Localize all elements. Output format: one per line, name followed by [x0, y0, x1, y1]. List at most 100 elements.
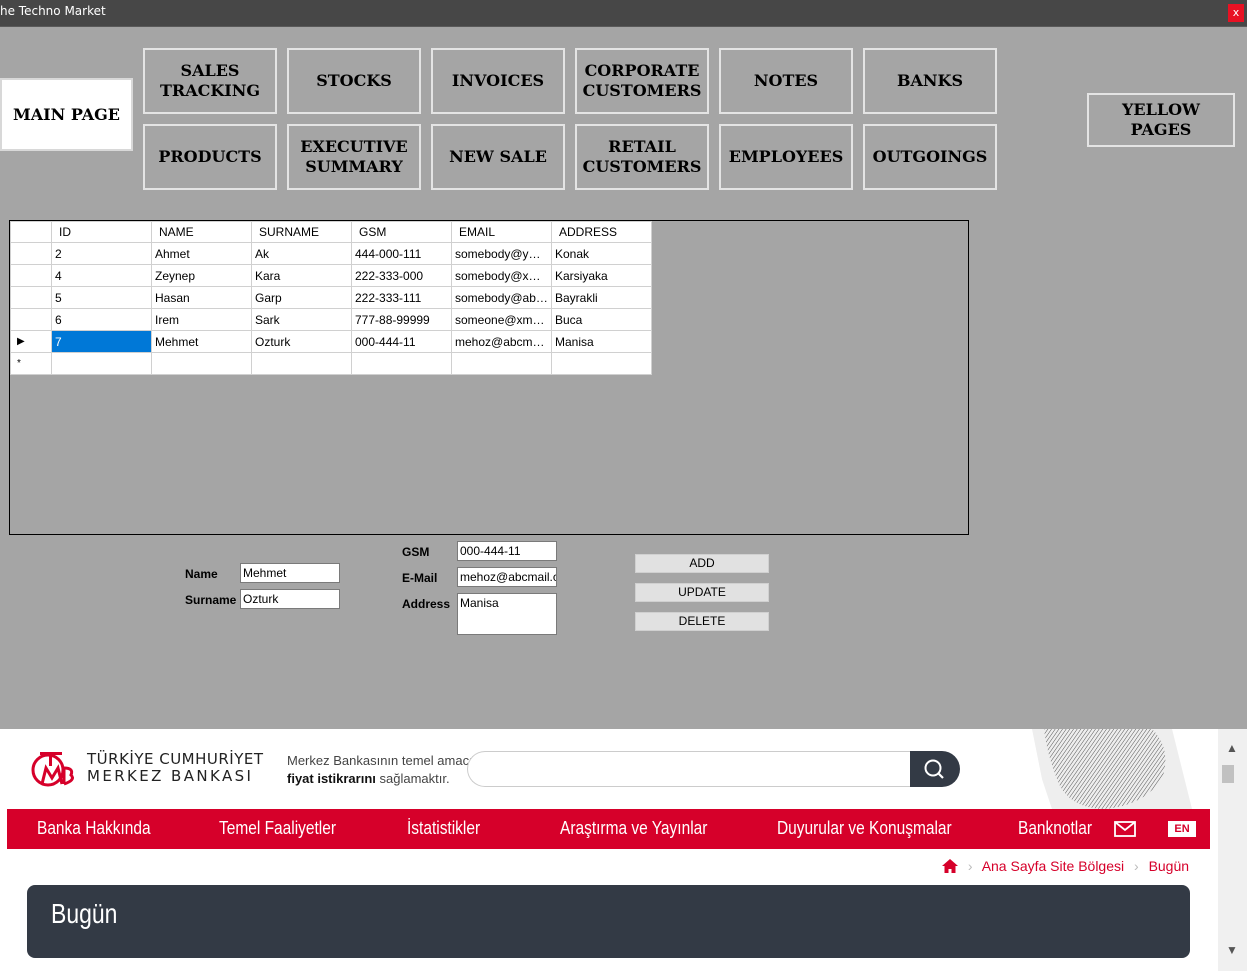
- cell-address[interactable]: Bayrakli: [551, 286, 652, 309]
- table-row[interactable]: 4 Zeynep Kara 222-333-000 somebody@xmail…: [10, 264, 652, 287]
- cell-surname[interactable]: Kara: [251, 264, 352, 287]
- customers-grid[interactable]: ID NAME SURNAME GSM EMAIL ADDRESS 2 Ahme…: [9, 220, 969, 535]
- new-sale-button[interactable]: NEW SALE: [431, 124, 565, 190]
- breadcrumb-current[interactable]: Bugün: [1149, 858, 1189, 874]
- web-scrollbar[interactable]: ▲ ▼: [1218, 729, 1247, 971]
- cell-empty[interactable]: [151, 352, 252, 375]
- column-header-surname[interactable]: SURNAME: [251, 221, 352, 243]
- email-field[interactable]: mehoz@abcmail.cor: [457, 567, 557, 587]
- sales-tracking-button[interactable]: SALES TRACKING: [143, 48, 277, 114]
- current-row-indicator[interactable]: ▶: [10, 330, 52, 353]
- mail-icon[interactable]: [1114, 821, 1136, 837]
- column-header-gsm[interactable]: GSM: [351, 221, 452, 243]
- surname-field[interactable]: Ozturk: [240, 589, 340, 609]
- main-page-button[interactable]: MAIN PAGE: [0, 78, 133, 151]
- column-header-id[interactable]: ID: [51, 221, 152, 243]
- close-button[interactable]: x: [1228, 4, 1244, 22]
- cell-gsm[interactable]: 777-88-99999: [351, 308, 452, 331]
- cell-gsm[interactable]: 000-444-11: [351, 330, 452, 353]
- cell-id[interactable]: 5: [51, 286, 152, 309]
- cell-surname[interactable]: Garp: [251, 286, 352, 309]
- cell-id[interactable]: 4: [51, 264, 152, 287]
- cell-id[interactable]: 7: [51, 330, 152, 353]
- cell-empty[interactable]: [51, 352, 152, 375]
- cell-gsm[interactable]: 222-333-000: [351, 264, 452, 287]
- cell-id[interactable]: 2: [51, 242, 152, 265]
- notes-button[interactable]: NOTES: [719, 48, 853, 114]
- menu-banka-hakkinda[interactable]: Banka Hakkında: [37, 818, 151, 839]
- cell-address[interactable]: Manisa: [551, 330, 652, 353]
- cell-name[interactable]: Hasan: [151, 286, 252, 309]
- new-row[interactable]: *: [10, 352, 652, 375]
- breadcrumb-link[interactable]: Ana Sayfa Site Bölgesi: [982, 858, 1124, 874]
- table-row[interactable]: 5 Hasan Garp 222-333-111 somebody@abc...…: [10, 286, 652, 309]
- add-button[interactable]: ADD: [635, 554, 769, 573]
- bank-name: TÜRKİYE CUMHURİYET MERKEZ BANKASI: [87, 751, 264, 785]
- outgoings-button[interactable]: OUTGOINGS: [863, 124, 997, 190]
- yellow-pages-button[interactable]: YELLOW PAGES: [1087, 93, 1235, 147]
- column-header-name[interactable]: NAME: [151, 221, 252, 243]
- column-header-address[interactable]: ADDRESS: [551, 221, 652, 243]
- address-label: Address: [402, 597, 451, 611]
- banks-button[interactable]: BANKS: [863, 48, 997, 114]
- address-textarea[interactable]: Manisa: [457, 593, 557, 635]
- stocks-button[interactable]: STOCKS: [287, 48, 421, 114]
- employees-button[interactable]: EMPLOYEES: [719, 124, 853, 190]
- table-row-selected[interactable]: ▶ 7 Mehmet Ozturk 000-444-11 mehoz@abcma…: [10, 330, 652, 353]
- menu-banknotlar[interactable]: Banknotlar: [1018, 818, 1092, 839]
- tcmb-logo-icon[interactable]: [28, 746, 76, 790]
- row-header[interactable]: [10, 308, 52, 331]
- column-header-email[interactable]: EMAIL: [451, 221, 552, 243]
- cell-empty[interactable]: [451, 352, 552, 375]
- cell-address[interactable]: Buca: [551, 308, 652, 331]
- name-field[interactable]: Mehmet: [240, 563, 340, 583]
- cell-name[interactable]: Zeynep: [151, 264, 252, 287]
- cell-surname[interactable]: Ak: [251, 242, 352, 265]
- cell-name[interactable]: Irem: [151, 308, 252, 331]
- table-row[interactable]: 6 Irem Sark 777-88-99999 someone@xmail..…: [10, 308, 652, 331]
- invoices-button[interactable]: INVOICES: [431, 48, 565, 114]
- cell-email[interactable]: somebody@xmail....: [451, 264, 552, 287]
- scroll-down-icon[interactable]: ▼: [1226, 943, 1238, 957]
- cell-empty[interactable]: [551, 352, 652, 375]
- cell-empty[interactable]: [351, 352, 452, 375]
- language-en-button[interactable]: EN: [1168, 821, 1196, 837]
- update-button[interactable]: UPDATE: [635, 583, 769, 602]
- cell-email[interactable]: somebody@abc....: [451, 286, 552, 309]
- cell-gsm[interactable]: 444-000-111: [351, 242, 452, 265]
- cell-address[interactable]: Konak: [551, 242, 652, 265]
- cell-email[interactable]: someone@xmail....: [451, 308, 552, 331]
- menu-istatistikler[interactable]: İstatistikler: [407, 818, 480, 839]
- executive-summary-button[interactable]: EXECUTIVE SUMMARY: [287, 124, 421, 190]
- menu-arastirma-ve-yayinlar[interactable]: Araştırma ve Yayınlar: [560, 818, 707, 839]
- cell-surname[interactable]: Ozturk: [251, 330, 352, 353]
- corporate-customers-button[interactable]: CORPORATE CUSTOMERS: [575, 48, 709, 114]
- site-search-button[interactable]: [910, 751, 960, 787]
- gsm-field[interactable]: 000-444-11: [457, 541, 557, 561]
- cell-id[interactable]: 6: [51, 308, 152, 331]
- menu-temel-faaliyetler[interactable]: Temel Faaliyetler: [219, 818, 336, 839]
- retail-customers-button[interactable]: RETAIL CUSTOMERS: [575, 124, 709, 190]
- cell-name[interactable]: Ahmet: [151, 242, 252, 265]
- cell-email[interactable]: mehoz@abcmail....: [451, 330, 552, 353]
- row-header[interactable]: [10, 286, 52, 309]
- home-icon[interactable]: [942, 859, 958, 873]
- cell-empty[interactable]: [251, 352, 352, 375]
- gsm-label: GSM: [402, 545, 430, 559]
- table-row[interactable]: 2 Ahmet Ak 444-000-111 somebody@ymail...…: [10, 242, 652, 265]
- bank-name-line2: MERKEZ BANKASI: [87, 767, 254, 785]
- menu-duyurular-ve-konusmalar[interactable]: Duyurular ve Konuşmalar: [777, 818, 952, 839]
- scroll-thumb[interactable]: [1222, 765, 1234, 783]
- cell-email[interactable]: somebody@ymail....: [451, 242, 552, 265]
- cell-gsm[interactable]: 222-333-111: [351, 286, 452, 309]
- new-row-indicator[interactable]: *: [10, 352, 52, 375]
- delete-button[interactable]: DELETE: [635, 612, 769, 631]
- site-search-input[interactable]: [467, 751, 910, 787]
- cell-name[interactable]: Mehmet: [151, 330, 252, 353]
- products-button[interactable]: PRODUCTS: [143, 124, 277, 190]
- cell-surname[interactable]: Sark: [251, 308, 352, 331]
- row-header[interactable]: [10, 242, 52, 265]
- row-header[interactable]: [10, 264, 52, 287]
- scroll-up-icon[interactable]: ▲: [1226, 741, 1238, 755]
- cell-address[interactable]: Karsiyaka: [551, 264, 652, 287]
